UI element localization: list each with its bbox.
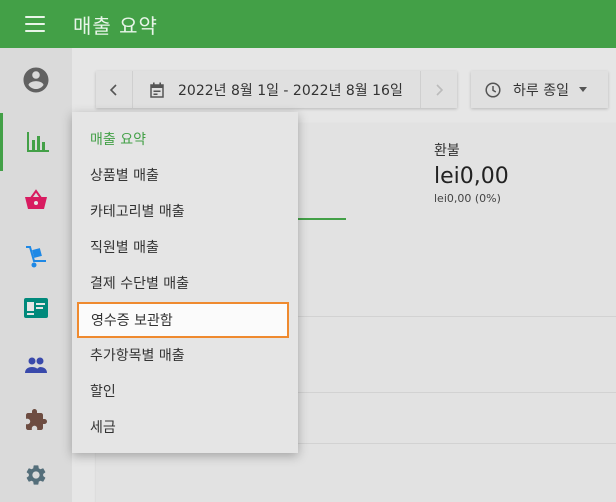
menu-item-sales-by-category[interactable]: 카테고리별 매출: [72, 193, 298, 229]
date-range-text: 2022년 8월 1일 - 2022년 8월 16일: [178, 82, 403, 99]
calendar-icon: [150, 82, 164, 98]
menu-item-sales-by-modifier[interactable]: 추가항목별 매출: [72, 337, 298, 373]
clock-icon: [485, 81, 501, 98]
chevron-down-icon: [578, 87, 587, 92]
app-bar: 매출 요약: [0, 0, 616, 48]
refund-value: lei0,00: [434, 164, 509, 189]
account-circle-icon: [23, 67, 49, 93]
menu-item-discounts[interactable]: 할인: [72, 373, 298, 409]
sidebar-item-items[interactable]: [0, 171, 72, 229]
puzzle-icon: [26, 409, 47, 430]
sidebar-item-customers[interactable]: [0, 336, 72, 394]
sidebar-item-integrations[interactable]: [0, 391, 72, 449]
chevron-right-icon: [436, 83, 443, 96]
time-filter-select[interactable]: 하루 종일: [471, 71, 608, 108]
menu-item-sales-summary[interactable]: 매출 요약: [72, 121, 298, 157]
previous-period-button[interactable]: [96, 71, 132, 108]
reports-menu: 매출 요약 상품별 매출 카테고리별 매출 직원별 매출 결제 수단별 매출 영…: [72, 112, 298, 453]
basket-icon: [25, 189, 47, 209]
menu-item-sales-by-employee[interactable]: 직원별 매출: [72, 229, 298, 265]
page-title: 매출 요약: [73, 14, 158, 38]
menu-item-sales-by-payment-type[interactable]: 결제 수단별 매출: [72, 265, 298, 301]
refund-subvalue: lei0,00 (0%): [434, 192, 501, 205]
sidebar-item-employees[interactable]: [0, 279, 72, 337]
menu-icon[interactable]: [24, 14, 46, 34]
sidebar-item-account[interactable]: [0, 51, 72, 109]
sidebar-item-settings[interactable]: [0, 446, 72, 502]
sidebar-item-inventory[interactable]: [0, 228, 72, 286]
people-icon: [25, 357, 47, 373]
refund-stat[interactable]: 환불 lei0,00 lei0,00 (0%): [434, 140, 509, 205]
menu-item-sales-by-item[interactable]: 상품별 매출: [72, 157, 298, 193]
sidebar: [0, 48, 72, 502]
menu-item-taxes[interactable]: 세금: [72, 409, 298, 445]
sidebar-item-reports[interactable]: [0, 113, 72, 171]
next-period-button[interactable]: [421, 71, 457, 108]
time-filter-label: 하루 종일: [513, 82, 569, 99]
chevron-left-icon: [110, 83, 117, 96]
menu-item-receipts[interactable]: 영수증 보관함: [77, 302, 289, 338]
bar-chart-icon: [26, 132, 49, 152]
hand-truck-icon: [26, 246, 46, 268]
date-range-button[interactable]: 2022년 8월 1일 - 2022년 8월 16일: [133, 80, 420, 100]
refund-label: 환불: [434, 143, 460, 159]
date-range-picker: 2022년 8월 1일 - 2022년 8월 16일: [96, 71, 457, 108]
id-card-icon: [24, 298, 48, 318]
gear-icon: [26, 465, 46, 485]
